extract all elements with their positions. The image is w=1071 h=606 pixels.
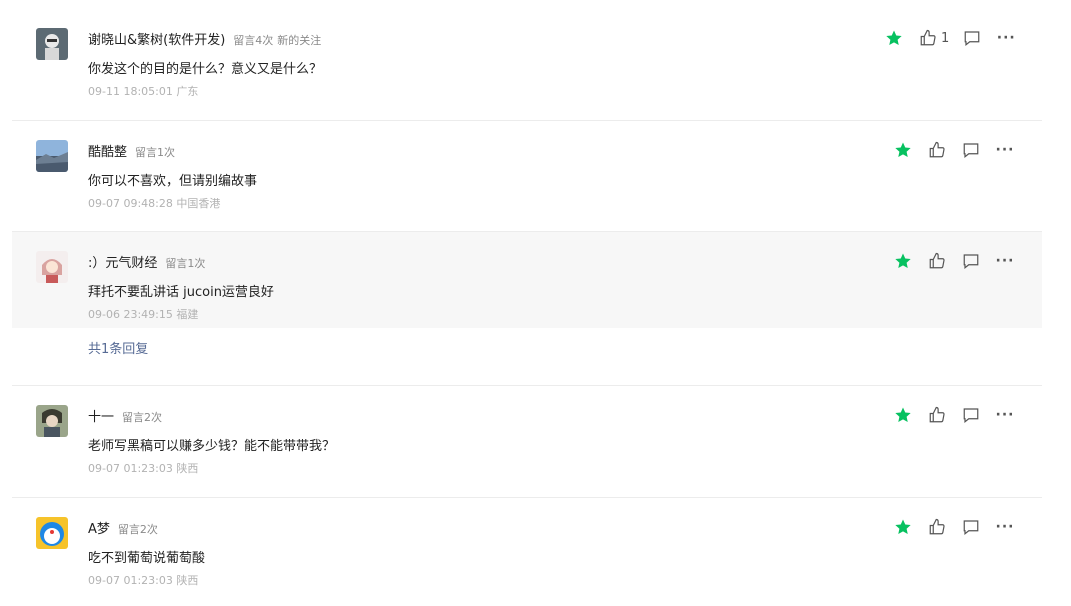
comment-time: 09-11 18:05:01 广东: [88, 85, 199, 98]
thumbs-up-icon[interactable]: [926, 516, 948, 538]
comment-actions: ···: [892, 516, 1016, 538]
nickname[interactable]: 谢晓山&繁树(软件开发): [88, 29, 225, 48]
avatar[interactable]: [36, 140, 68, 172]
comment-meta: :）元气财经 留言1次: [88, 252, 205, 271]
comment-item: 十一 留言2次 老师写黑稿可以赚多少钱？能不能带带我？ 09-07 01:23:…: [12, 386, 1042, 496]
comment-item: :）元气财经 留言1次 拜托不要乱讲话 jucoin运营良好 09-06 23:…: [12, 232, 1042, 328]
avatar[interactable]: [36, 28, 68, 60]
view-replies-link[interactable]: 共1条回复: [88, 338, 148, 357]
comment-item: A梦 留言2次 吃不到葡萄说葡萄酸 09-07 01:23:03 陕西 ···: [12, 498, 1042, 606]
more-icon[interactable]: ···: [994, 516, 1016, 538]
comment-item: 酷酷整 留言1次 你可以不喜欢，但请别编故事 09-07 09:48:28 中国…: [12, 121, 1042, 231]
nickname[interactable]: :）元气财经: [88, 252, 157, 271]
comment-item: 谢晓山&繁树(软件开发) 留言4次 新的关注 你发这个的目的是什么？意义又是什么…: [12, 0, 1042, 120]
comment-actions: ···: [892, 250, 1016, 272]
message-count: 留言2次: [122, 411, 163, 424]
comment-time: 09-07 01:23:03 陕西: [88, 462, 199, 475]
thumbs-up-icon[interactable]: [926, 139, 948, 161]
message-count: 留言4次: [233, 34, 274, 47]
more-icon[interactable]: ···: [994, 404, 1016, 426]
message-count: 留言1次: [135, 146, 176, 159]
star-icon[interactable]: [892, 139, 914, 161]
comment-icon[interactable]: [960, 250, 982, 272]
comment-meta: A梦 留言2次: [88, 518, 158, 537]
comment-time: 09-07 01:23:03 陕西: [88, 574, 199, 587]
comment-icon[interactable]: [960, 516, 982, 538]
more-icon[interactable]: ···: [994, 250, 1016, 272]
thumbs-up-icon[interactable]: [926, 404, 948, 426]
comment-icon[interactable]: [960, 139, 982, 161]
comment-actions: ···: [892, 139, 1016, 161]
follow-tag: 新的关注: [277, 34, 322, 47]
avatar[interactable]: [36, 251, 68, 283]
star-icon[interactable]: [883, 27, 905, 49]
comment-content: 你可以不喜欢，但请别编故事: [88, 174, 258, 189]
star-icon[interactable]: [892, 404, 914, 426]
comment-icon[interactable]: [960, 404, 982, 426]
avatar[interactable]: [36, 517, 68, 549]
more-icon[interactable]: ···: [994, 139, 1016, 161]
comment-content: 拜托不要乱讲话 jucoin运营良好: [88, 285, 274, 300]
thumbs-up-icon[interactable]: [917, 27, 939, 49]
star-icon[interactable]: [892, 250, 914, 272]
comment-icon[interactable]: [961, 27, 983, 49]
nickname[interactable]: A梦: [88, 518, 110, 537]
comment-time: 09-06 23:49:15 福建: [88, 308, 199, 321]
comment-meta: 十一 留言2次: [88, 406, 162, 425]
comment-actions: ···: [892, 404, 1016, 426]
star-icon[interactable]: [892, 516, 914, 538]
thumbs-up-icon[interactable]: [926, 250, 948, 272]
avatar[interactable]: [36, 405, 68, 437]
message-count: 留言1次: [165, 257, 206, 270]
message-count: 留言2次: [117, 523, 158, 536]
comment-content: 吃不到葡萄说葡萄酸: [88, 551, 206, 566]
comment-meta: 酷酷整 留言1次: [88, 141, 175, 160]
comment-time: 09-07 09:48:28 中国香港: [88, 197, 221, 210]
comment-actions: 1 ···: [883, 27, 1017, 49]
comment-content: 你发这个的目的是什么？意义又是什么？: [88, 62, 323, 77]
like-count: 1: [941, 30, 950, 46]
more-icon[interactable]: ···: [995, 27, 1017, 49]
nickname[interactable]: 十一: [88, 406, 114, 425]
comment-content: 老师写黑稿可以赚多少钱？能不能带带我？: [88, 439, 336, 454]
comment-meta: 谢晓山&繁树(软件开发) 留言4次 新的关注: [88, 29, 321, 48]
nickname[interactable]: 酷酷整: [88, 141, 127, 160]
